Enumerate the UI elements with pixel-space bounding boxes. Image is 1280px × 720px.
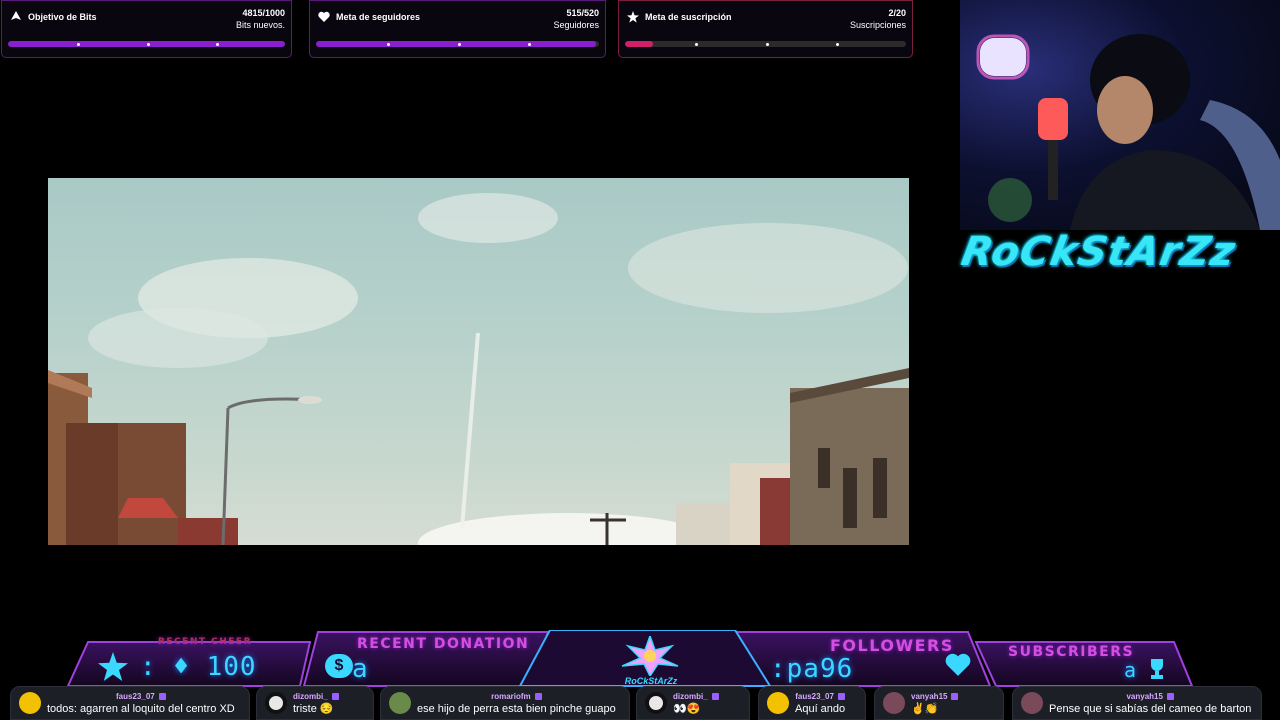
subscribers-label: SUBSCRIBERS xyxy=(1008,644,1135,660)
chat-overlay: faus23_07 todos: agarren al loquito del … xyxy=(0,686,1280,720)
chat-message: vanyah15 ✌️👏 xyxy=(874,686,1004,720)
progress-marker xyxy=(457,42,461,46)
movie-scene-image xyxy=(48,193,909,545)
chat-text: ✌️👏 xyxy=(911,703,939,715)
chat-text: 👀😍 xyxy=(673,703,701,715)
subscriptions-goal-fill xyxy=(625,41,654,47)
chat-text: Aquí ando xyxy=(795,703,846,715)
badge-icon xyxy=(158,693,166,701)
chat-text: ese hijo de perra esta bien pinche guapo xyxy=(417,703,616,715)
followers-goal-progress xyxy=(316,41,599,47)
progress-marker xyxy=(765,42,769,46)
bits-goal-count: 4815/1000 xyxy=(242,8,285,18)
progress-marker xyxy=(215,42,219,46)
followers-goal-unit: Seguidores xyxy=(553,20,599,30)
progress-marker xyxy=(146,42,150,46)
chat-text: Pense que si sabías del cameo de barton xyxy=(1049,703,1252,715)
progress-marker xyxy=(835,42,839,46)
chat-message: romariofm ese hijo de perra esta bien pi… xyxy=(380,686,630,720)
badge-icon xyxy=(331,693,339,701)
subscriptions-goal-count: 2/20 xyxy=(888,8,906,18)
video-player[interactable] xyxy=(48,178,909,545)
followers-goal-count: 515/520 xyxy=(566,8,599,18)
recent-cheer-label: RECENT CHEER xyxy=(158,637,252,647)
star-icon xyxy=(98,652,128,681)
recent-cheer-value: : ♦ 100 xyxy=(140,652,257,682)
recent-donation-value: a xyxy=(352,654,369,684)
chat-message: vanyah15 Pense que si sabías del cameo d… xyxy=(1012,686,1262,720)
followers-goal-title: Meta de seguidores xyxy=(336,12,421,22)
star-icon xyxy=(627,11,639,23)
channel-logo-text: RoCkStArZz xyxy=(957,229,1240,275)
chat-username-text: romariofm xyxy=(491,692,531,701)
chat-username: vanyah15 xyxy=(911,691,959,703)
heart-handshake-icon xyxy=(318,11,330,22)
chat-username-text: vanyah15 xyxy=(1126,692,1163,701)
badge-icon xyxy=(837,693,845,701)
rockstar-logo-icon xyxy=(621,636,679,676)
followers-goal-widget: Meta de seguidores 515/520 Seguidores xyxy=(309,0,606,58)
chat-username: romariofm xyxy=(417,691,616,703)
avatar xyxy=(767,692,789,714)
chat-username: faus23_07 xyxy=(795,691,845,703)
badge-icon xyxy=(711,693,719,701)
avatar xyxy=(883,692,905,714)
subscriptions-goal-unit: Suscripciones xyxy=(849,20,906,30)
chat-username: dizombi_ xyxy=(673,691,719,703)
badge-icon xyxy=(951,693,959,701)
heart-icon xyxy=(945,653,971,676)
bits-goal-title: Objetivo de Bits xyxy=(28,12,97,22)
subscriptions-goal-progress xyxy=(625,41,906,47)
bits-icon xyxy=(11,11,21,20)
chat-message: dizombi_ 👀😍 xyxy=(636,686,750,720)
badge-icon xyxy=(1166,693,1174,701)
avatar xyxy=(645,692,667,714)
chat-text: triste 😔 xyxy=(293,703,334,715)
chat-message: dizombi_ triste 😔 xyxy=(256,686,374,720)
center-logo: RoCkStArZz xyxy=(624,676,678,686)
badge-icon xyxy=(534,693,542,701)
avatar xyxy=(389,692,411,714)
progress-marker xyxy=(77,42,81,46)
avatar xyxy=(19,692,41,714)
subscriptions-goal-title: Meta de suscripción xyxy=(645,12,732,22)
bits-goal-unit: Bits nuevos. xyxy=(235,20,285,30)
chat-username: dizombi_ xyxy=(293,691,339,703)
chat-username-text: faus23_07 xyxy=(795,692,834,701)
followers-goal-fill xyxy=(316,41,597,47)
progress-marker xyxy=(528,42,532,46)
chat-username: vanyah15 xyxy=(1049,691,1251,703)
money-icon: $ xyxy=(325,654,353,678)
chat-username: faus23_07 xyxy=(47,691,235,703)
streamer-webcam-image xyxy=(976,34,1280,230)
chat-username-text: vanyah15 xyxy=(911,692,948,701)
subscribers-value: a xyxy=(1124,658,1138,682)
chat-username-text: dizombi_ xyxy=(293,692,328,701)
progress-marker xyxy=(386,42,390,46)
bits-goal-widget: Objetivo de Bits 4815/1000 Bits nuevos. xyxy=(1,0,292,58)
chat-message: faus23_07 Aquí ando xyxy=(758,686,866,720)
recent-donation-label: RECENT DONATION xyxy=(357,636,530,652)
avatar xyxy=(1021,692,1043,714)
chat-text: todos: agarren al loquito del centro XD xyxy=(47,703,235,715)
chat-username-text: faus23_07 xyxy=(116,692,155,701)
subscriptions-goal-widget: Meta de suscripción 2/20 Suscripciones xyxy=(618,0,913,58)
chat-username-text: dizombi_ xyxy=(673,692,708,701)
trophy-icon xyxy=(1151,659,1163,679)
bits-goal-progress xyxy=(8,41,285,47)
chat-message: faus23_07 todos: agarren al loquito del … xyxy=(10,686,250,720)
avatar xyxy=(265,692,287,714)
webcam-feed xyxy=(960,0,1280,230)
progress-marker xyxy=(695,42,699,46)
followers-value: :pa96 xyxy=(770,654,854,684)
followers-label: FOLLOWERS xyxy=(830,636,954,655)
